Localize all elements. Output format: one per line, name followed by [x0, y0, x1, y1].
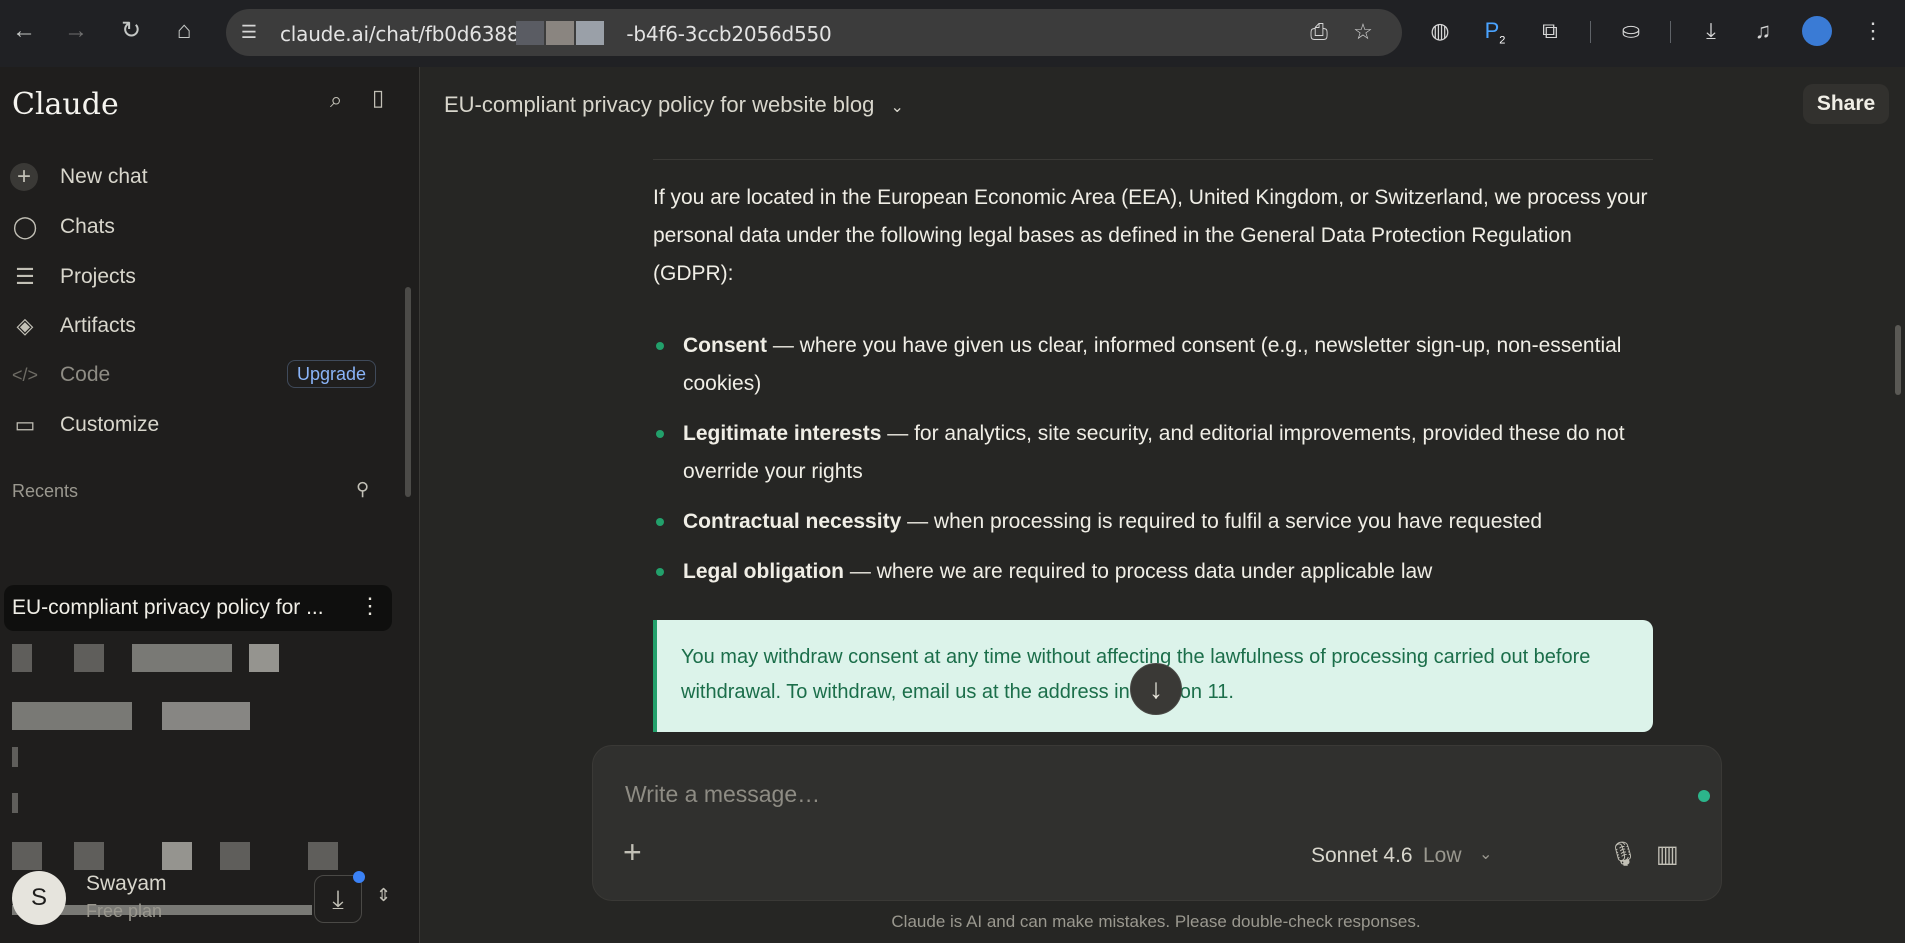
recent-item-active[interactable]: EU-compliant privacy policy for ... ⋮: [4, 585, 392, 631]
chevron-down-icon: ⌄: [890, 99, 904, 116]
forward-icon[interactable]: →: [60, 15, 92, 47]
briefcase-icon: ▭: [14, 412, 36, 437]
list-item: Consent — where you have given us clear,…: [653, 327, 1653, 403]
more-options-icon[interactable]: ⋮: [359, 593, 381, 619]
model-selector[interactable]: Sonnet 4.6: [1311, 844, 1413, 868]
profile-avatar-icon[interactable]: [1802, 16, 1832, 46]
status-dot: [1698, 790, 1710, 802]
microphone-icon[interactable]: 🎙: [1608, 840, 1638, 869]
scroll-to-bottom-button[interactable]: ↓: [1130, 663, 1182, 715]
redaction-block: [546, 21, 574, 45]
plus-icon: +: [10, 163, 38, 191]
legal-bases-list: Consent — where you have given us clear,…: [653, 327, 1653, 603]
sidebar-item-chats[interactable]: ◯ Chats: [10, 207, 380, 247]
profile-plan: Free plan: [86, 901, 163, 921]
effort-selector[interactable]: Low: [1423, 844, 1462, 868]
download-icon[interactable]: ⤓: [1696, 16, 1726, 46]
toolbar-separator: [1590, 21, 1591, 43]
add-attachment-icon[interactable]: +: [623, 834, 642, 871]
address-bar[interactable]: ☰ claude.ai/chat/fb0d6388- -b4f6-3ccb2056…: [226, 9, 1402, 56]
sidebar-item-new-chat[interactable]: + New chat: [10, 157, 380, 197]
sidebar: Claude ⌕ ▯ + New chat ◯ Chats ☰ Projects…: [0, 67, 420, 943]
chat-bubble-icon: ◯: [12, 214, 38, 239]
toolbar-separator: [1670, 21, 1671, 43]
list-item: Legal obligation — where we are required…: [653, 553, 1653, 591]
upgrade-button[interactable]: Upgrade: [287, 360, 377, 388]
chat-main: EU-compliant privacy policy for website …: [421, 67, 1905, 943]
profile-name[interactable]: Swayam: [86, 872, 167, 896]
sidebar-item-projects[interactable]: ☰ Projects: [10, 257, 380, 297]
conversation-title[interactable]: EU-compliant privacy policy for website …: [444, 92, 904, 118]
back-icon[interactable]: ←: [8, 15, 40, 47]
voice-mode-icon[interactable]: ▥: [1656, 840, 1679, 869]
list-item: Contractual necessity — when processing …: [653, 503, 1653, 541]
search-icon[interactable]: ⌕: [330, 87, 342, 113]
menu-kebab-icon[interactable]: ⋮: [1858, 16, 1888, 46]
avatar[interactable]: S: [12, 871, 66, 925]
folder-stack-icon: ☰: [15, 264, 35, 289]
redaction-block: [516, 21, 544, 45]
redaction-block: [576, 21, 604, 45]
main-scrollbar[interactable]: [1895, 325, 1901, 395]
disclaimer-text: Claude is AI and can make mistakes. Plea…: [891, 912, 1421, 931]
media-queue-icon[interactable]: ♫: [1748, 16, 1778, 46]
globe-extension-icon[interactable]: ◍: [1425, 16, 1455, 46]
extensions-puzzle-icon[interactable]: ⧉: [1535, 16, 1565, 46]
filter-sliders-icon[interactable]: ⚲: [356, 479, 369, 500]
chevron-down-icon[interactable]: ⌄: [1479, 844, 1492, 864]
sidebar-item-artifacts[interactable]: ◈ Artifacts: [10, 306, 380, 346]
message-composer: Write a message… + Sonnet 4.6 Low ⌄ 🎙 ▥: [592, 745, 1722, 901]
message-divider: [653, 159, 1653, 160]
shapes-icon: ◈: [16, 313, 34, 338]
install-app-icon[interactable]: ⎙: [1304, 17, 1334, 47]
sidebar-toggle-icon[interactable]: ▯: [372, 85, 384, 111]
sidebar-scrollbar[interactable]: [405, 287, 411, 497]
recents-heading: Recents: [12, 481, 79, 501]
incognito-icon[interactable]: ⛀: [1616, 16, 1646, 46]
notification-dot: [353, 871, 365, 883]
extension-p-icon[interactable]: P2: [1480, 16, 1510, 46]
message-input[interactable]: Write a message…: [625, 781, 820, 808]
share-button[interactable]: Share: [1803, 84, 1889, 124]
code-icon: </>: [11, 364, 39, 385]
list-item: Legitimate interests — for analytics, si…: [653, 415, 1653, 491]
bookmark-star-icon[interactable]: ☆: [1348, 17, 1378, 47]
home-icon[interactable]: ⌂: [168, 15, 200, 47]
site-info-icon[interactable]: ☰: [234, 17, 264, 47]
reload-icon[interactable]: ↻: [115, 15, 147, 47]
browser-toolbar: ← → ↻ ⌂ ☰ claude.ai/chat/fb0d6388- -b4f6-…: [0, 0, 1905, 67]
sidebar-item-customize[interactable]: ▭ Customize: [10, 405, 380, 445]
chevron-updown-icon[interactable]: ⇕: [376, 885, 391, 906]
assistant-message-text: If you are located in the European Econo…: [653, 186, 1648, 285]
brand-logo[interactable]: Claude: [12, 87, 119, 122]
download-app-button[interactable]: ⤓: [314, 875, 362, 923]
